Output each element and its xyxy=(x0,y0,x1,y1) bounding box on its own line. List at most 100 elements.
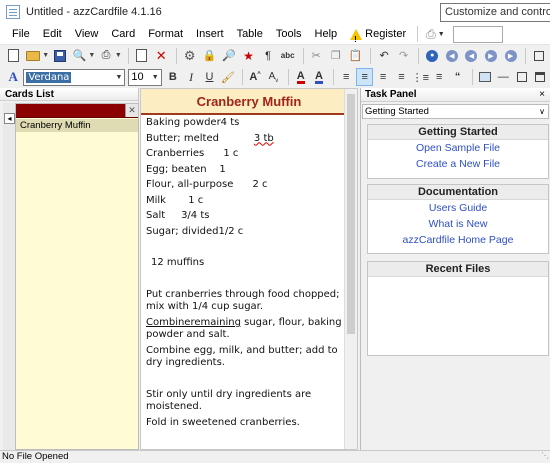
indent-button[interactable]: ≡ xyxy=(338,68,354,86)
task-panel-selector[interactable]: Getting Started ∨ xyxy=(362,104,549,119)
new-card-button[interactable] xyxy=(133,47,151,65)
what-is-new-link[interactable]: What is New xyxy=(368,216,548,232)
home-icon: ● xyxy=(426,49,439,62)
prev-card-button[interactable]: ◀ xyxy=(463,47,481,65)
open-sample-file-link[interactable]: Open Sample File xyxy=(368,140,548,156)
scissors-icon: ✂ xyxy=(311,50,321,62)
favorite-button[interactable]: ★ xyxy=(240,47,258,65)
bullets-button[interactable]: ⋮≡ xyxy=(412,68,429,86)
new-document-icon xyxy=(8,49,20,62)
redo-button[interactable]: ↷ xyxy=(395,47,413,65)
quick-search-input[interactable] xyxy=(452,25,503,43)
misspelled-word: Combineremaining xyxy=(146,316,241,328)
card-title[interactable]: Cranberry Muffin xyxy=(197,94,302,109)
chrome-tooltip: Customize and control Google Chrome xyxy=(440,3,550,22)
font-name-value: Verdana xyxy=(26,71,72,83)
window-icon xyxy=(534,50,545,61)
last-card-button[interactable]: ▶ xyxy=(502,47,520,65)
print-button[interactable]: ⎙ xyxy=(97,47,115,65)
paste-button[interactable]: 📋 xyxy=(347,47,365,65)
menu-help[interactable]: Help xyxy=(309,24,345,44)
find-button[interactable]: 🔎 xyxy=(220,47,238,65)
insert-picture-button[interactable] xyxy=(477,68,493,86)
view-mode-button[interactable] xyxy=(530,47,548,65)
lock-button[interactable]: 🔒 xyxy=(201,47,219,65)
font-icon: A xyxy=(8,69,18,84)
cards-list[interactable]: ✕ Cranberry Muffin xyxy=(15,103,139,450)
bold-button[interactable]: B xyxy=(165,68,181,86)
font-style-button[interactable]: A xyxy=(5,68,21,86)
maximize-pane-button[interactable] xyxy=(532,68,548,86)
shrink-font-button[interactable]: Av xyxy=(265,68,281,86)
align-center-icon: ≡ xyxy=(379,71,387,83)
delete-card-button[interactable]: ✕ xyxy=(152,47,170,65)
menu-register[interactable]: Register xyxy=(344,24,413,50)
last-icon: ▶ xyxy=(504,49,517,62)
menu-insert[interactable]: Insert xyxy=(190,24,231,44)
close-icon[interactable]: × xyxy=(539,88,545,102)
quote-button[interactable]: “ xyxy=(449,68,465,86)
align-right-button[interactable]: ≡ xyxy=(393,68,409,86)
align-left-button[interactable]: ≡ xyxy=(356,68,373,86)
undo-button[interactable]: ↶ xyxy=(375,47,393,65)
list-item[interactable]: Cranberry Muffin xyxy=(16,119,138,132)
first-card-button[interactable]: ◀ xyxy=(443,47,461,65)
insert-table-button[interactable] xyxy=(513,68,529,86)
format-painter-button[interactable]: 🖌 xyxy=(220,68,236,86)
menu-edit[interactable]: Edit xyxy=(37,24,69,44)
open-dropdown-arrow[interactable]: ▼ xyxy=(42,52,49,59)
open-file-button[interactable] xyxy=(25,47,43,65)
print-dropdown-arrow[interactable]: ▼ xyxy=(115,52,122,59)
save-button[interactable] xyxy=(51,47,69,65)
card-editor[interactable]: Cranberry Muffin Baking powder4 ts Butte… xyxy=(140,88,358,450)
ingredient-name: Butter; melted xyxy=(146,132,219,144)
editor-scrollbar[interactable] xyxy=(344,89,357,449)
users-guide-link[interactable]: Users Guide xyxy=(368,200,548,216)
new-file-button[interactable] xyxy=(5,47,23,65)
font-color-button[interactable]: A xyxy=(293,68,309,86)
print-dropdown[interactable]: ⎙ ▼ xyxy=(422,27,449,42)
highlight-icon: A xyxy=(315,69,323,84)
insert-line-button[interactable]: — xyxy=(495,68,511,86)
card-search-bar[interactable]: ✕ xyxy=(16,104,138,118)
underline-button[interactable]: U xyxy=(201,68,217,86)
instruction-paragraph: Combine egg, milk, and butter; add to dr… xyxy=(146,344,338,369)
close-icon[interactable]: ✕ xyxy=(125,104,138,117)
menu-table[interactable]: Table xyxy=(231,24,270,44)
font-size-value: 10 xyxy=(131,71,144,83)
spellcheck-button[interactable]: abc xyxy=(279,47,297,65)
cut-button[interactable]: ✂ xyxy=(307,47,325,65)
task-panel: Task Panel × Getting Started ∨ Getting S… xyxy=(360,88,550,450)
brush-icon: 🖌 xyxy=(220,71,235,84)
getting-started-section: Getting Started Open Sample File Create … xyxy=(367,124,549,179)
tab-toggle-icon[interactable]: ◂ xyxy=(4,113,15,124)
menu-file[interactable]: File xyxy=(6,24,37,44)
preview-dropdown-arrow[interactable]: ▼ xyxy=(88,52,95,59)
align-center-button[interactable]: ≡ xyxy=(375,68,391,86)
scrollbar-thumb[interactable] xyxy=(347,94,355,334)
instruction-paragraph: Fold in sweetened cranberries. xyxy=(146,416,300,428)
next-card-button[interactable]: ▶ xyxy=(482,47,500,65)
menu-format[interactable]: Format xyxy=(142,24,190,44)
settings-button[interactable]: ⚙ xyxy=(181,47,199,65)
card-body[interactable]: Baking powder4 ts Butter; melted 3 tb Cr… xyxy=(146,117,344,432)
menu-card[interactable]: Card xyxy=(105,24,142,44)
show-marks-button[interactable]: ¶ xyxy=(259,47,277,65)
font-name-select[interactable]: Verdana ▼ xyxy=(23,68,126,86)
highlight-color-button[interactable]: A xyxy=(311,68,327,86)
redo-icon: ↷ xyxy=(399,50,409,62)
print-preview-button[interactable]: 🔍 xyxy=(71,47,89,65)
menu-view[interactable]: View xyxy=(69,24,106,44)
numbering-button[interactable]: ≡ xyxy=(431,68,447,86)
copy-button[interactable]: ❐ xyxy=(327,47,345,65)
menu-tools[interactable]: Tools xyxy=(270,24,309,44)
resize-grip-icon[interactable]: ⋱ xyxy=(541,450,549,462)
home-page-link[interactable]: azzCardfile Home Page xyxy=(368,232,548,248)
grow-font-button[interactable]: A^ xyxy=(247,68,263,86)
home-button[interactable]: ● xyxy=(423,47,441,65)
font-size-select[interactable]: 10 ▼ xyxy=(128,68,162,86)
create-new-file-link[interactable]: Create a New File xyxy=(368,156,548,172)
italic-button[interactable]: I xyxy=(183,68,199,86)
